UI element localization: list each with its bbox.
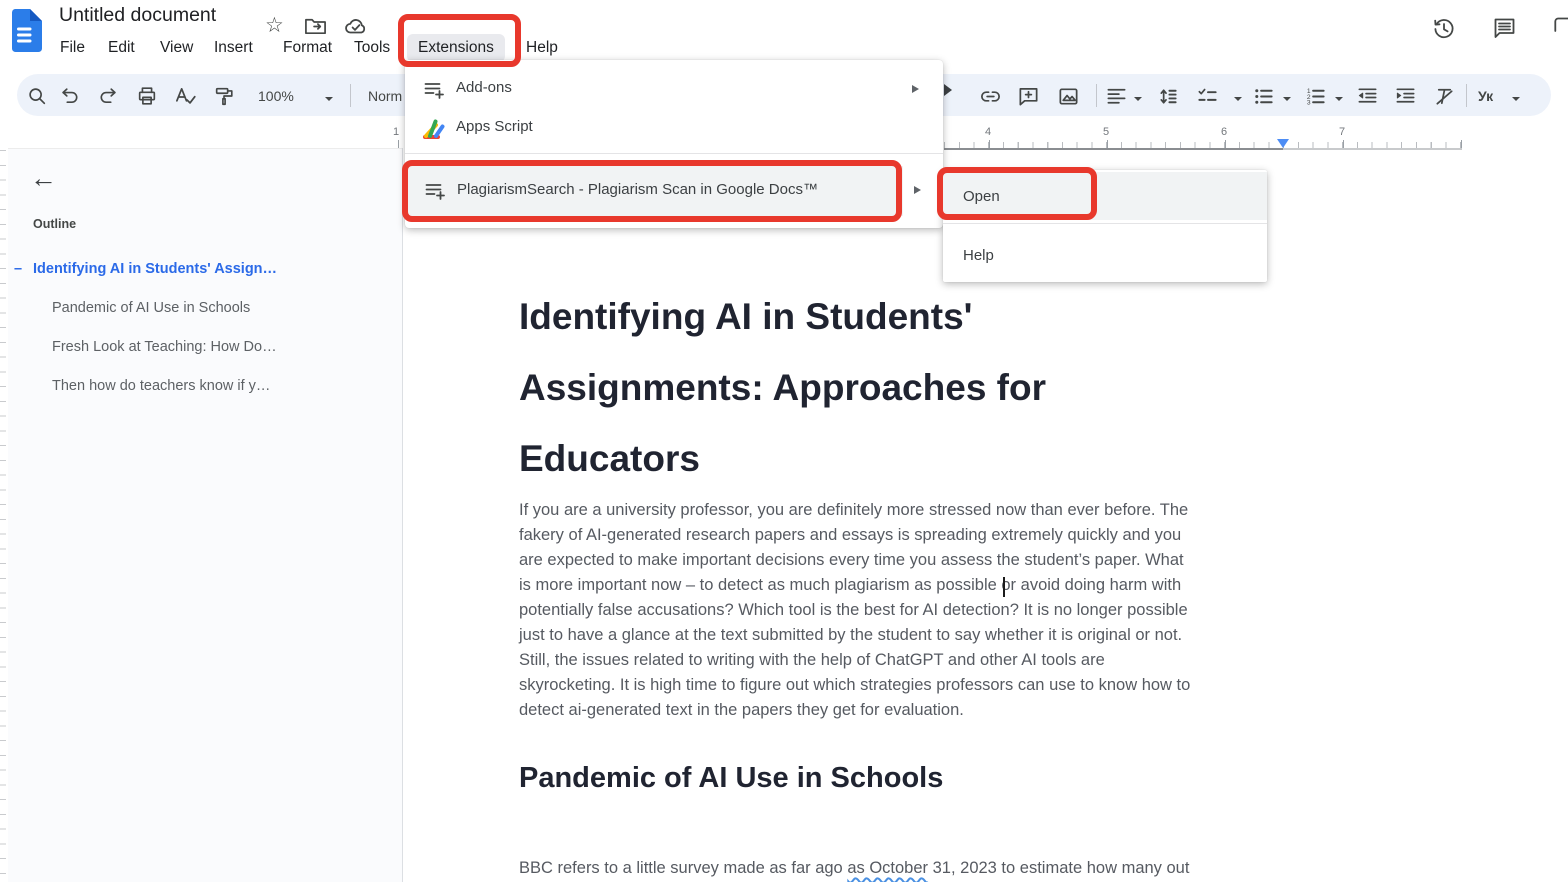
toolbar-divider — [350, 84, 351, 107]
grammar-suggestion-text[interactable]: as October — [847, 859, 928, 877]
apps-script-icon — [421, 116, 447, 142]
paragraph-style-value[interactable]: Norm — [368, 88, 402, 104]
page-left-edge — [402, 148, 403, 882]
input-tools-dropdown-icon[interactable] — [1512, 97, 1520, 101]
toolbar-divider — [1466, 84, 1467, 107]
playlist-add-icon — [423, 179, 447, 203]
menu-item-label: Open — [963, 188, 1000, 205]
add-comment-icon[interactable] — [1016, 84, 1040, 108]
doc-heading-2: Pandemic of AI Use in Schools — [519, 762, 944, 794]
menu-item-label: Help — [963, 247, 994, 264]
document-title[interactable]: Untitled document — [59, 4, 216, 27]
menu-insert[interactable]: Insert — [212, 34, 255, 62]
partially-hidden-toolbar-icon — [944, 84, 952, 96]
menu-format[interactable]: Format — [281, 34, 334, 62]
menu-file[interactable]: File — [58, 34, 87, 62]
last-line-text: 31, 2023 to estimate how many out — [928, 859, 1190, 877]
align-dropdown-icon[interactable] — [1134, 97, 1142, 101]
version-history-icon[interactable] — [1431, 16, 1457, 42]
zoom-level[interactable]: 100% — [258, 88, 294, 104]
menu-item-add-ons[interactable]: Add-ons — [405, 70, 943, 110]
input-tools-button[interactable]: Ук — [1478, 88, 1493, 104]
svg-text:3: 3 — [1306, 99, 1310, 106]
menu-item-label: PlagiarismSearch - Plagiarism Scan in Go… — [457, 181, 818, 198]
comments-icon[interactable] — [1492, 16, 1517, 41]
print-icon[interactable] — [135, 84, 159, 108]
redo-icon[interactable] — [96, 84, 120, 108]
meet-partial-icon[interactable] — [1554, 17, 1568, 39]
line-spacing-icon[interactable] — [1155, 84, 1179, 108]
ruler-baseline-margin — [1283, 148, 1462, 150]
ruler-baseline-active — [944, 148, 1283, 150]
bulleted-list-icon[interactable] — [1251, 84, 1275, 108]
insert-image-icon[interactable] — [1056, 84, 1080, 108]
paint-format-icon[interactable] — [212, 84, 236, 108]
ruler-label: 7 — [1339, 126, 1346, 138]
numbered-list-icon[interactable]: 123 — [1303, 84, 1327, 108]
menu-tools[interactable]: Tools — [352, 34, 392, 62]
search-icon[interactable] — [25, 84, 49, 108]
outline-title: Outline — [33, 217, 77, 231]
move-folder-icon[interactable] — [304, 16, 327, 36]
checklist-dropdown-icon[interactable] — [1234, 97, 1242, 101]
checklist-icon[interactable] — [1195, 84, 1219, 108]
back-arrow-icon[interactable]: ← — [30, 163, 57, 194]
menu-separator — [405, 153, 943, 154]
text-cursor — [1003, 577, 1005, 597]
right-indent-marker[interactable] — [1277, 139, 1289, 148]
plagiarismsearch-submenu: Open Help — [943, 170, 1267, 282]
toolbar-divider — [1096, 84, 1097, 107]
last-line-text: BBC refers to a little survey made as fa… — [519, 859, 848, 877]
doc-heading-1: Identifying AI in Students' Assignments:… — [519, 296, 1046, 479]
align-left-icon[interactable] — [1104, 84, 1128, 108]
google-docs-logo-icon[interactable] — [10, 8, 43, 53]
spellcheck-icon[interactable] — [173, 84, 197, 108]
outline-item-4[interactable]: Then how do teachers know if y… — [52, 378, 270, 394]
doc-last-line: BBC refers to a little survey made as fa… — [519, 859, 1189, 878]
zoom-dropdown-icon[interactable] — [325, 97, 333, 101]
ruler-label: 1 — [393, 126, 400, 138]
menu-item-plagiarismsearch[interactable]: PlagiarismSearch - Plagiarism Scan in Go… — [406, 166, 903, 216]
ruler-label: 5 — [1103, 126, 1110, 138]
outline-item-2[interactable]: Pandemic of AI Use in Schools — [52, 300, 250, 316]
insert-link-icon[interactable] — [978, 84, 1002, 108]
playlist-add-icon — [422, 78, 446, 102]
top-bar: Untitled document ☆ File Edit View Inser… — [0, 0, 1568, 62]
submenu-arrow-icon — [914, 186, 921, 194]
menu-edit[interactable]: Edit — [106, 34, 137, 62]
menu-view[interactable]: View — [158, 34, 195, 62]
menu-separator — [943, 223, 1267, 224]
vertical-ruler — [0, 150, 6, 882]
ruler-label: 4 — [985, 126, 992, 138]
increase-indent-icon[interactable] — [1393, 84, 1417, 108]
undo-icon[interactable] — [58, 84, 82, 108]
clear-formatting-icon[interactable] — [1432, 84, 1456, 108]
outline-item-1[interactable]: Identifying AI in Students' Assign… — [33, 261, 277, 277]
submenu-arrow-icon — [912, 85, 919, 93]
numbered-list-dropdown-icon[interactable] — [1335, 97, 1343, 101]
outline-active-marker: – — [14, 261, 23, 277]
ruler-tick — [398, 140, 399, 148]
menu-item-label: Add-ons — [456, 79, 512, 96]
bulleted-list-dropdown-icon[interactable] — [1283, 97, 1291, 101]
submenu-item-open[interactable]: Open — [943, 172, 1267, 220]
submenu-item-help[interactable]: Help — [943, 231, 1267, 279]
menu-item-apps-script[interactable]: Apps Script — [405, 109, 943, 149]
menu-extensions[interactable]: Extensions — [407, 34, 505, 62]
cloud-status-icon[interactable] — [344, 17, 369, 35]
extensions-dropdown-menu: Add-ons Apps Script PlagiarismSearch - P… — [405, 60, 943, 228]
doc-paragraph-1: If you are a university professor, you a… — [519, 501, 1191, 719]
decrease-indent-icon[interactable] — [1355, 84, 1379, 108]
outline-item-3[interactable]: Fresh Look at Teaching: How Do… — [52, 339, 277, 355]
ruler-label: 6 — [1221, 126, 1228, 138]
outline-sidebar — [8, 148, 402, 882]
menu-item-label: Apps Script — [456, 118, 533, 135]
menu-help[interactable]: Help — [524, 34, 560, 62]
